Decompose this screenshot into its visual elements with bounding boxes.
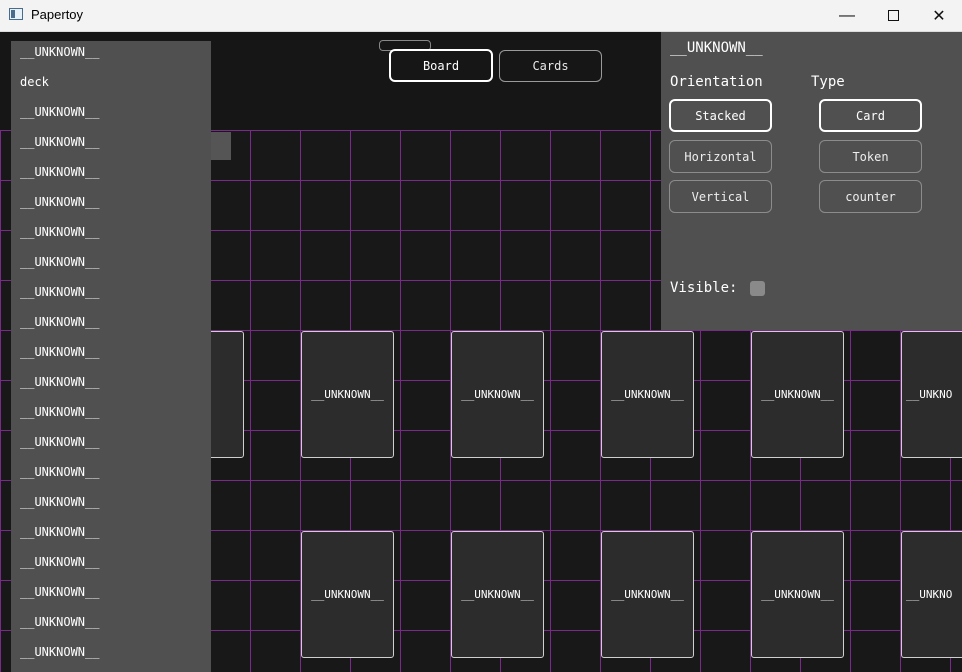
window-title: Papertoy bbox=[31, 7, 84, 22]
maximize-button[interactable] bbox=[870, 0, 916, 31]
maximize-icon bbox=[887, 10, 899, 21]
list-item[interactable]: __UNKNOWN__ bbox=[20, 405, 99, 419]
list-item[interactable]: __UNKNOWN__ bbox=[20, 495, 99, 509]
orientation-label: Orientation bbox=[670, 74, 763, 90]
list-item[interactable]: __UNKNOWN__ bbox=[20, 45, 99, 59]
title-bar[interactable]: Papertoy — ✕ bbox=[0, 0, 962, 32]
list-item[interactable]: deck bbox=[20, 75, 49, 89]
list-item[interactable]: __UNKNOWN__ bbox=[20, 615, 99, 629]
minimize-button[interactable]: — bbox=[824, 0, 870, 31]
deck-list-sidebar[interactable]: __UNKNOWN__ deck __UNKNOWN__ __UNKNOWN__… bbox=[11, 41, 211, 672]
type-label: Type bbox=[811, 74, 845, 90]
card[interactable]: __UNKNO bbox=[901, 331, 962, 458]
list-item[interactable]: __UNKNOWN__ bbox=[20, 285, 99, 299]
sidebar-edge-tab[interactable] bbox=[210, 132, 231, 160]
list-item[interactable]: __UNKNOWN__ bbox=[20, 315, 99, 329]
list-item[interactable]: __UNKNOWN__ bbox=[20, 195, 99, 209]
panel-title: __UNKNOWN__ bbox=[670, 40, 763, 56]
orientation-horizontal-button[interactable]: Horizontal bbox=[669, 140, 772, 173]
list-item[interactable]: __UNKNOWN__ bbox=[20, 375, 99, 389]
board-button[interactable]: Board bbox=[389, 49, 493, 82]
visible-label: Visible: bbox=[670, 280, 738, 296]
orientation-vertical-button[interactable]: Vertical bbox=[669, 180, 772, 213]
card[interactable]: __UNKNOWN__ bbox=[301, 531, 394, 658]
app-icon bbox=[9, 8, 23, 20]
list-item[interactable]: __UNKNOWN__ bbox=[20, 255, 99, 269]
list-item[interactable]: __UNKNOWN__ bbox=[20, 525, 99, 539]
card[interactable]: __UNKNOWN__ bbox=[301, 331, 394, 458]
list-item[interactable]: __UNKNOWN__ bbox=[20, 435, 99, 449]
minimize-icon: — bbox=[839, 6, 855, 24]
list-item[interactable]: __UNKNOWN__ bbox=[20, 345, 99, 359]
list-item[interactable]: __UNKNOWN__ bbox=[20, 585, 99, 599]
list-item[interactable]: __UNKNOWN__ bbox=[20, 645, 99, 659]
list-item[interactable]: __UNKNOWN__ bbox=[20, 135, 99, 149]
close-button[interactable]: ✕ bbox=[916, 0, 962, 31]
list-item[interactable]: __UNKNOWN__ bbox=[20, 555, 99, 569]
card[interactable]: __UNKNOWN__ bbox=[601, 531, 694, 658]
card[interactable]: __UNKNO bbox=[901, 531, 962, 658]
card[interactable]: __UNKNOWN__ bbox=[751, 331, 844, 458]
list-item[interactable]: __UNKNOWN__ bbox=[20, 105, 99, 119]
orientation-stacked-button[interactable]: Stacked bbox=[669, 99, 772, 132]
list-item[interactable]: __UNKNOWN__ bbox=[20, 165, 99, 179]
type-card-button[interactable]: Card bbox=[819, 99, 922, 132]
card[interactable]: __UNKNOWN__ bbox=[451, 331, 544, 458]
card[interactable]: __UNKNOWN__ bbox=[451, 531, 544, 658]
list-item[interactable]: __UNKNOWN__ bbox=[20, 225, 99, 239]
properties-panel: __UNKNOWN__ Orientation Type Stacked Hor… bbox=[661, 32, 962, 330]
type-counter-button[interactable]: counter bbox=[819, 180, 922, 213]
list-item[interactable]: __UNKNOWN__ bbox=[20, 465, 99, 479]
type-token-button[interactable]: Token bbox=[819, 140, 922, 173]
cards-button[interactable]: Cards bbox=[499, 50, 602, 82]
card[interactable]: __UNKNOWN__ bbox=[601, 331, 694, 458]
app-client-area: Board Cards __UNKNOWN__ __UNKNOWN__ __UN… bbox=[0, 32, 962, 672]
close-icon: ✕ bbox=[932, 7, 946, 25]
card[interactable]: __UNKNOWN__ bbox=[751, 531, 844, 658]
visible-checkbox[interactable] bbox=[750, 281, 765, 296]
